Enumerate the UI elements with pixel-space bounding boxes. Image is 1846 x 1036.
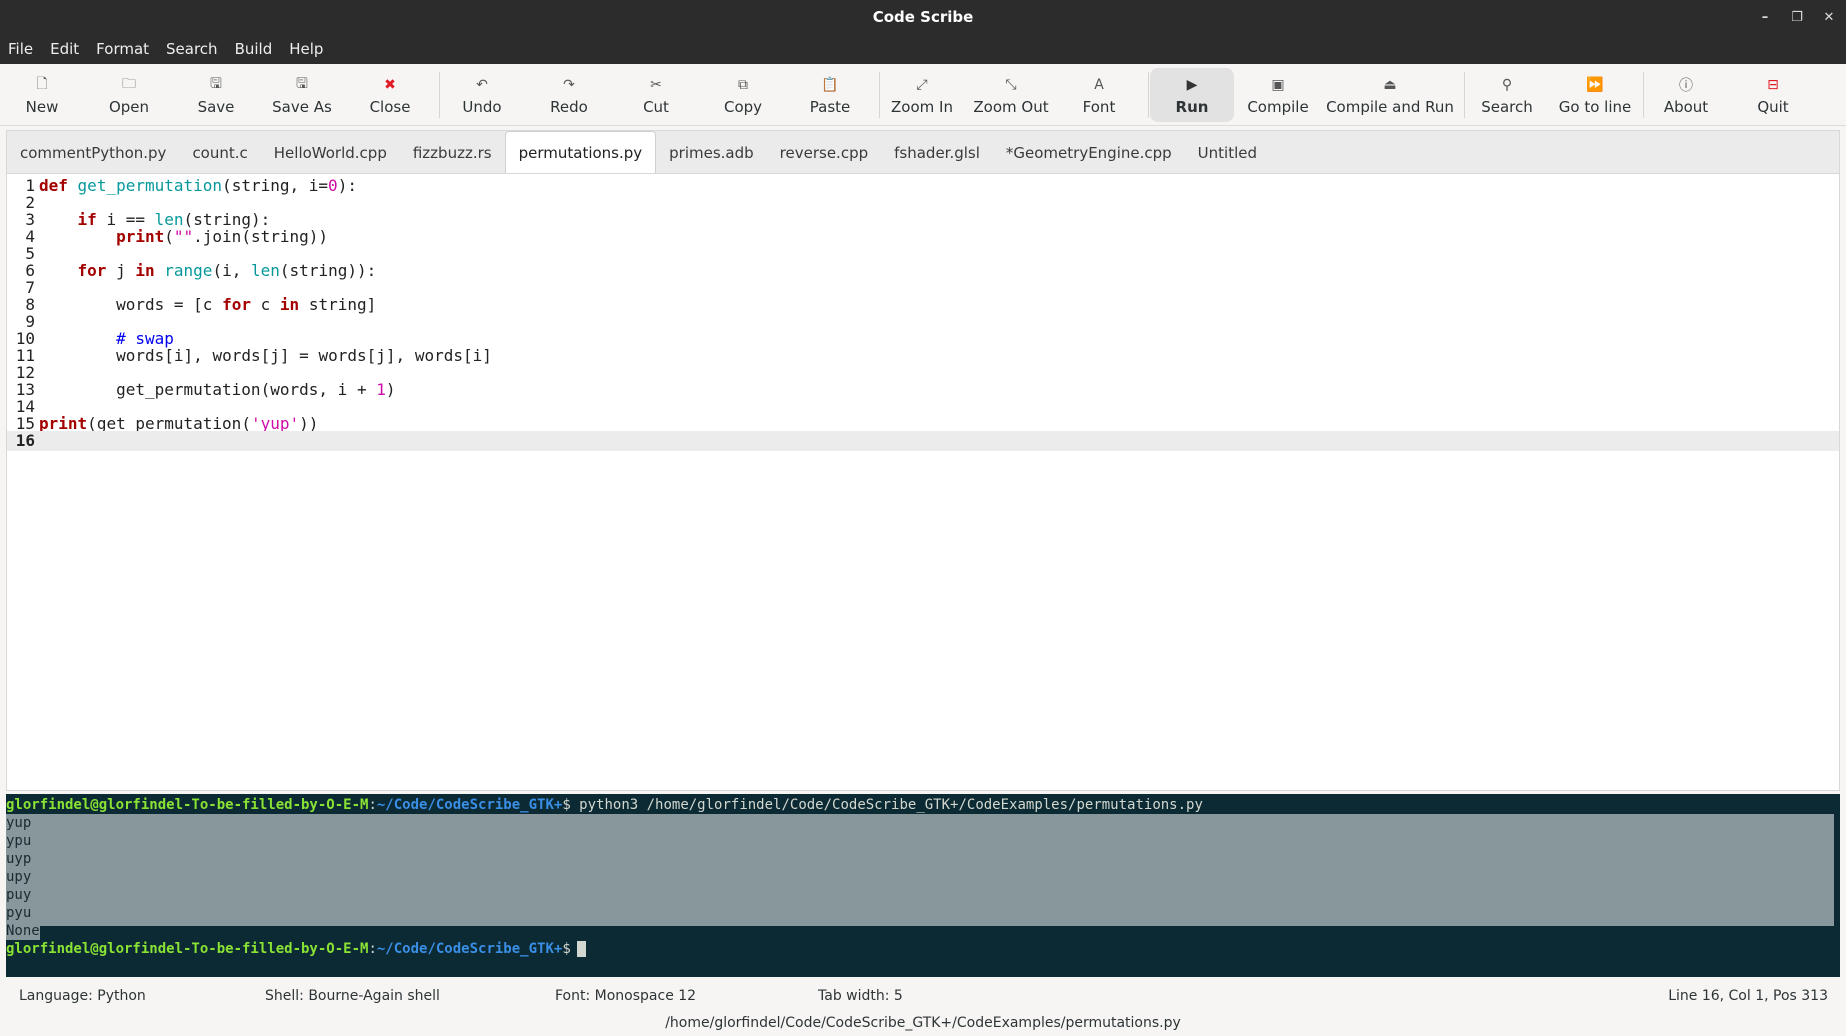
tab-fizzbuzz[interactable]: fizzbuzz.rs (400, 131, 505, 174)
tab-fshader[interactable]: fshader.glsl (881, 131, 993, 174)
folder-open-icon: 🗀 (121, 76, 136, 92)
go-to-line-button[interactable]: ⏩ Go to line (1559, 68, 1631, 122)
close-button[interactable]: ✖ Close (370, 68, 411, 122)
prompt-path: ~/Code/CodeScribe_GTK+ (376, 797, 563, 813)
cut-button[interactable]: ✂ Cut (643, 68, 669, 122)
terminal-selection (6, 814, 1834, 926)
terminal-output-line: None (6, 922, 40, 940)
status-file-path: /home/glorfindel/Code/CodeScribe_GTK+/Co… (665, 1015, 1181, 1031)
redo-button[interactable]: ↷ Redo (550, 68, 588, 122)
terminal-output-line: yup (6, 815, 32, 831)
menu-build[interactable]: Build (235, 40, 273, 58)
font-icon: A (1094, 77, 1104, 93)
font-button[interactable]: A Font (1083, 68, 1116, 122)
maximize-icon[interactable]: ❐ (1790, 10, 1804, 25)
status-cursor-position: Line 16, Col 1, Pos 313 (1668, 988, 1828, 1004)
undo-button[interactable]: ↶ Undo (462, 68, 501, 122)
status-bar: Language: Python Shell: Bourne-Again she… (0, 980, 1846, 1036)
prompt-user: glorfindel@glorfindel-To-be-filled-by-O-… (6, 797, 369, 813)
tab-primes[interactable]: primes.adb (656, 131, 767, 174)
toolbar-separator (1464, 72, 1465, 118)
tab-geometryengine[interactable]: *GeometryEngine.cpp (993, 131, 1185, 174)
window-title: Code Scribe (872, 8, 974, 26)
status-font: Font: Monospace 12 (555, 988, 697, 1004)
go-to-line-icon: ⏩ (1586, 77, 1604, 93)
status-language: Language: Python (19, 988, 146, 1004)
quit-icon: ⊟ (1767, 77, 1779, 93)
terminal-output-line: uyp (6, 851, 32, 867)
save-icon: 🖫 (210, 76, 222, 92)
search-icon: ⚲ (1501, 77, 1513, 93)
tab-untitled[interactable]: Untitled (1185, 131, 1270, 174)
code-editor[interactable]: 1 def get_permutation(string, i=0): 2 3 if … (6, 173, 1840, 791)
redo-icon: ↷ (563, 77, 575, 93)
compile-icon: ▣ (1271, 77, 1285, 93)
save-button[interactable]: 🖫 Save (198, 68, 235, 122)
quit-button[interactable]: ⊟ Quit (1757, 68, 1788, 122)
save-as-button[interactable]: 🖫 Save As (272, 68, 332, 122)
tab-bar: commentPython.py count.c HelloWorld.cpp … (6, 130, 1840, 174)
terminal-prompt-line: glorfindel@glorfindel-To-be-filled-by-O-… (6, 940, 586, 958)
run-button[interactable]: ▶ Run (1150, 68, 1234, 122)
terminal-output-line: puy (6, 887, 32, 903)
zoom-out-button[interactable]: ⤡ Zoom Out (973, 68, 1048, 122)
cut-icon: ✂ (650, 77, 662, 93)
copy-icon: ⧉ (738, 77, 748, 93)
paste-button[interactable]: 📋 Paste (810, 68, 851, 122)
menu-search[interactable]: Search (166, 40, 218, 58)
tab-permutations[interactable]: permutations.py (504, 131, 657, 174)
tab-count[interactable]: count.c (179, 131, 260, 174)
tab-commentpython[interactable]: commentPython.py (7, 131, 179, 174)
toolbar-separator (1148, 72, 1149, 118)
terminal-output-line: upy (6, 869, 32, 885)
menu-format[interactable]: Format (96, 40, 149, 58)
prompt-path: ~/Code/CodeScribe_GTK+ (376, 941, 563, 957)
tab-helloworld[interactable]: HelloWorld.cpp (261, 131, 400, 174)
new-button[interactable]: 🗋 New (26, 68, 59, 122)
zoom-in-icon: ⤢ (916, 77, 928, 93)
compile-button[interactable]: ▣ Compile (1247, 68, 1308, 122)
close-window-icon[interactable]: ✕ (1822, 10, 1836, 25)
line-number: 16 (15, 431, 35, 450)
menu-help[interactable]: Help (289, 40, 323, 58)
status-tab-width: Tab width: 5 (818, 988, 903, 1004)
open-button[interactable]: 🗀 Open (109, 68, 149, 122)
title-bar: Code Scribe – ❐ ✕ (0, 0, 1846, 34)
status-shell: Shell: Bourne-Again shell (265, 988, 440, 1004)
zoom-in-button[interactable]: ⤢ Zoom In (891, 68, 953, 122)
compile-and-run-button[interactable]: ⏏ Compile and Run (1326, 68, 1454, 122)
terminal-output-line: ypu (6, 833, 32, 849)
close-icon: ✖ (384, 77, 396, 93)
toolbar-separator (1643, 72, 1644, 118)
undo-icon: ↶ (476, 77, 488, 93)
menu-edit[interactable]: Edit (50, 40, 79, 58)
terminal-output-line: pyu (6, 905, 32, 921)
menu-file[interactable]: File (8, 40, 33, 58)
terminal-command: python3 /home/glorfindel/Code/CodeScribe… (579, 797, 1203, 813)
menu-bar: File Edit Format Search Build Help (0, 34, 1846, 64)
zoom-out-icon: ⤡ (1005, 77, 1017, 93)
compile-and-run-icon: ⏏ (1383, 77, 1397, 93)
save-as-icon: 🖫 (296, 76, 308, 92)
code-line[interactable]: 16 (7, 431, 1839, 451)
tab-reverse[interactable]: reverse.cpp (767, 131, 881, 174)
prompt-user: glorfindel@glorfindel-To-be-filled-by-O-… (6, 941, 369, 957)
terminal-panel[interactable]: glorfindel@glorfindel-To-be-filled-by-O-… (6, 794, 1840, 977)
toolbar: 🗋 New 🗀 Open 🖫 Save 🖫 Save As ✖ Close ↶ Undo ↷… (0, 64, 1846, 126)
toolbar-separator (439, 72, 440, 118)
paste-icon: 📋 (821, 77, 839, 93)
search-button[interactable]: ⚲ Search (1481, 68, 1533, 122)
new-file-icon: 🗋 (36, 76, 48, 92)
copy-button[interactable]: ⧉ Copy (724, 68, 762, 122)
window-controls: – ❐ ✕ (1758, 0, 1836, 34)
run-icon: ▶ (1186, 77, 1198, 93)
terminal-cursor (576, 941, 586, 957)
minimize-icon[interactable]: – (1758, 10, 1772, 25)
about-icon: ⓘ (1678, 78, 1693, 94)
toolbar-separator (879, 72, 880, 118)
terminal-command-line: glorfindel@glorfindel-To-be-filled-by-O-… (6, 797, 1203, 813)
about-button[interactable]: ⓘ About (1664, 68, 1708, 122)
